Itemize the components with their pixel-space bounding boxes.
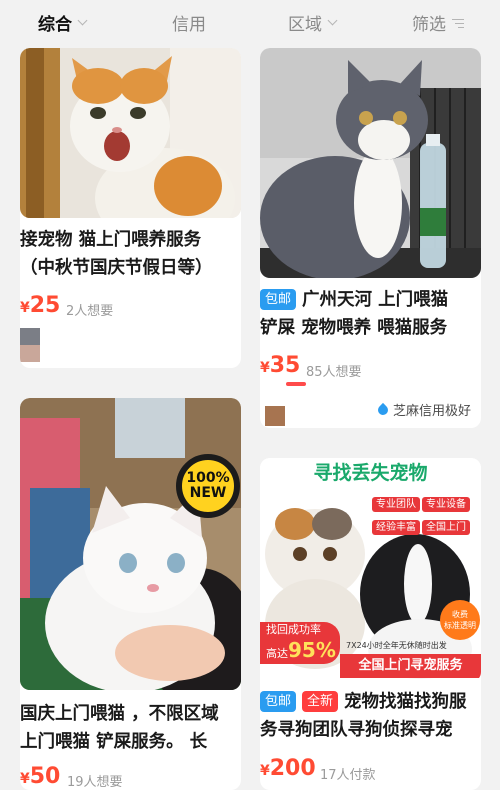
listing-image[interactable]: 100% NEW — [20, 398, 241, 690]
listing-title-text: 广州天河 上门喂猫 — [302, 290, 449, 310]
paid-count: 17人付款 — [320, 768, 376, 783]
chevron-down-icon — [77, 15, 88, 25]
poster-rate-box: 找回成功率 高达95% — [260, 622, 340, 664]
cat-photo-image — [260, 48, 481, 278]
poster-chip: 专业团队 — [372, 497, 420, 512]
filter-bar: 综合 信用 区域 筛选 — [0, 0, 500, 48]
new-sticker-line1: 100% — [186, 470, 230, 486]
cat-photo-image — [20, 398, 241, 690]
listing-price: ¥200 — [260, 756, 316, 781]
poster-chip: 经验丰富 — [372, 520, 420, 535]
listing-title[interactable]: 接宠物 猫上门喂养服务 （中秋节国庆节假日等） — [20, 226, 241, 282]
poster-chips: 专业团队 专业设备经验丰富 全国上门 — [372, 492, 478, 535]
poster-chip: 专业设备 — [422, 497, 470, 512]
chevron-down-icon — [327, 15, 338, 25]
want-count: 85人想要 — [306, 365, 362, 380]
brand-new-tag: 全新 — [302, 691, 339, 712]
price-value: 200 — [269, 756, 316, 781]
poster-fee-badge: 收费 标准透明 — [440, 600, 480, 640]
listing-title-line2: 务寻狗团队寻狗侦探寻宠 — [260, 720, 453, 740]
listing-title-line1: 包邮 广州天河 上门喂猫 — [260, 286, 481, 314]
poster-headline: 寻找丢失宠物 — [313, 462, 428, 484]
price-value: 35 — [269, 353, 301, 378]
poster-chip: 全国上门 — [422, 520, 470, 535]
seller-avatar[interactable] — [20, 328, 40, 362]
filter-tab-region-label: 区域 — [288, 15, 322, 35]
free-shipping-tag: 包邮 — [260, 691, 297, 712]
listing-card[interactable]: 包邮 广州天河 上门喂猫 铲屎 宠物喂养 喂猫服务 ¥35 85人想要 芝麻信用极… — [260, 48, 481, 428]
poster-banner: 全国上门寻宠服务 — [340, 654, 481, 678]
price-currency: ¥ — [20, 771, 30, 787]
listing-card[interactable]: 100% NEW 国庆上门喂猫 ，不限区域 上门喂猫 铲屎服务。 长 ¥50 1… — [20, 398, 241, 790]
poster-rate-value: 95% — [288, 638, 336, 662]
price-currency: ¥ — [20, 300, 30, 316]
poster-hours: 7X24小时全年无休随时出发 — [346, 641, 447, 650]
poster-rate-label: 找回成功率 — [266, 623, 321, 636]
listing-title-line2: （中秋节国庆节假日等） — [20, 258, 213, 278]
listing-title-line1: 包邮 全新 宠物找猫找狗服 — [260, 688, 481, 716]
poster-fee-line2: 标准透明 — [444, 621, 476, 630]
filter-tab-comprehensive[interactable]: 综合 — [38, 10, 88, 35]
listing-image[interactable] — [260, 48, 481, 278]
poster-rate-prefix: 高达 — [266, 647, 288, 660]
listing-price: ¥50 — [20, 764, 60, 789]
poster-header: 寻找丢失宠物 — [260, 458, 481, 484]
price-currency: ¥ — [260, 763, 270, 779]
filter-lines-icon — [452, 18, 464, 28]
listing-title[interactable]: 包邮 全新 宠物找猫找狗服 务寻狗团队寻狗侦探寻宠 — [260, 688, 481, 744]
listing-card[interactable]: 接宠物 猫上门喂养服务 （中秋节国庆节假日等） ¥25 2人想要 — [20, 48, 241, 368]
free-shipping-tag: 包邮 — [260, 289, 297, 310]
filter-tab-filter-label: 筛选 — [412, 15, 446, 35]
filter-tab-comprehensive-label: 综合 — [38, 15, 72, 35]
credit-badge-label: 芝麻信用极好 — [393, 404, 472, 419]
filter-tab-filter[interactable]: 筛选 — [412, 10, 464, 35]
price-value: 25 — [29, 293, 61, 318]
filter-tab-credit-label: 信用 — [172, 15, 206, 35]
listing-title-text: 宠物找猫找狗服 — [344, 692, 467, 712]
price-value: 50 — [29, 764, 61, 789]
new-sticker-line2: NEW — [189, 485, 227, 501]
listing-card[interactable]: 寻找丢失宠物 专业团队 专业设备经验丰富 全国上门 找回成功率 高达95% 7X24… — [260, 458, 481, 790]
want-count: 2人想要 — [66, 304, 114, 319]
cat-photo-image — [20, 48, 241, 218]
filter-tab-region[interactable]: 区域 — [288, 10, 338, 35]
listing-image[interactable] — [20, 48, 241, 218]
listing-title-line1: 接宠物 猫上门喂养服务 — [20, 230, 202, 250]
poster-fee-line1: 收费 — [452, 610, 468, 619]
listing-price: ¥35 — [260, 353, 300, 378]
water-drop-icon — [375, 402, 391, 417]
price-underline — [286, 382, 306, 386]
seller-avatar[interactable] — [265, 406, 285, 426]
listing-title[interactable]: 包邮 广州天河 上门喂猫 铲屎 宠物喂养 喂猫服务 — [260, 286, 481, 342]
listing-title-line2: 上门喂猫 铲屎服务。 长 — [20, 732, 208, 752]
new-sticker: 100% NEW — [176, 454, 240, 518]
credit-badge: 芝麻信用极好 — [375, 400, 472, 419]
price-currency: ¥ — [260, 360, 270, 376]
want-count: 19人想要 — [67, 775, 123, 790]
listing-image[interactable]: 寻找丢失宠物 专业团队 专业设备经验丰富 全国上门 找回成功率 高达95% 7X24… — [260, 458, 481, 682]
listing-price: ¥25 — [20, 293, 60, 318]
listing-title[interactable]: 国庆上门喂猫 ，不限区域 上门喂猫 铲屎服务。 长 — [20, 700, 241, 756]
listing-title-line2: 铲屎 宠物喂养 喂猫服务 — [260, 318, 448, 338]
filter-tab-credit[interactable]: 信用 — [172, 10, 206, 35]
listing-title-line1: 国庆上门喂猫 ，不限区域 — [20, 704, 219, 724]
